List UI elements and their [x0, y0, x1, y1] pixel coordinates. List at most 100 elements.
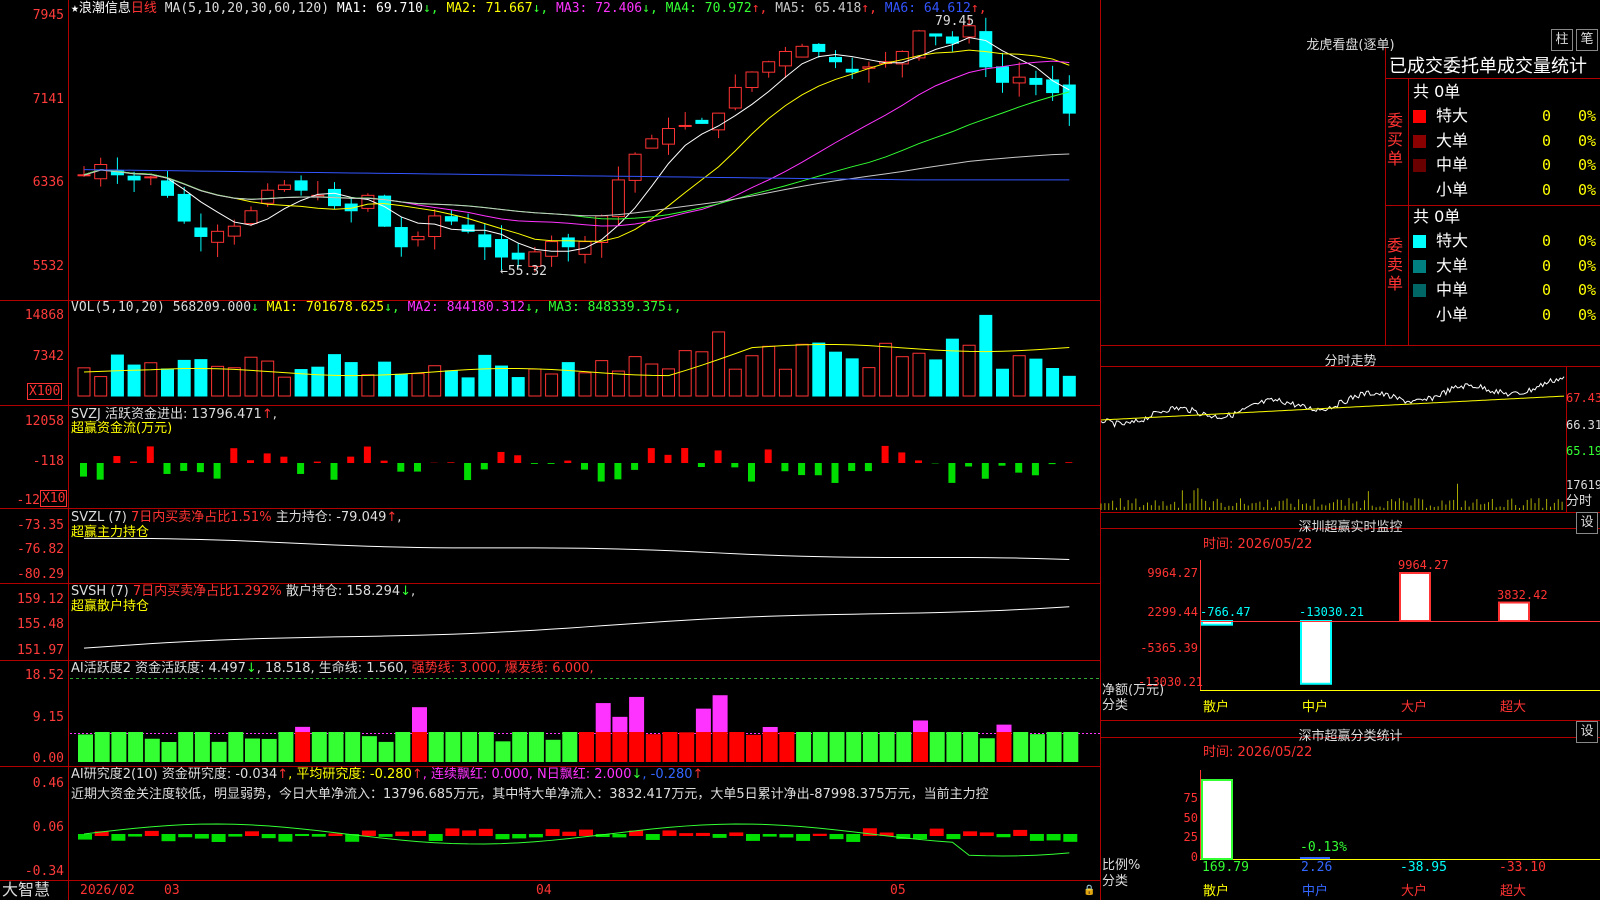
research-bar: [562, 831, 577, 836]
monitor-cat-label: 分类: [1102, 698, 1129, 713]
tick-view-button[interactable]: 笔: [1576, 29, 1598, 51]
svsh-axis-3: 151.97: [17, 643, 64, 658]
volume-bar: [628, 356, 642, 397]
candle-body: [728, 86, 742, 109]
activity-bar: [913, 732, 928, 762]
research-bar: [462, 830, 477, 836]
candle-body: [1029, 77, 1043, 85]
fund-flow-bar: [915, 460, 922, 463]
price-axis-2: 7141: [32, 92, 64, 107]
candle-body: [261, 189, 275, 204]
volume-bar: [879, 342, 893, 397]
research-bar: [211, 834, 226, 842]
volume-bar: [1012, 355, 1026, 397]
fund-flow-bar: [764, 449, 772, 463]
research-bar: [712, 834, 727, 838]
net-bar-label: 3832.42: [1497, 587, 1548, 602]
ma-value-4: MA4: 70.972: [657, 1, 752, 16]
svzj-header: SVZJ 活跃资金进出: 13796.471↑,: [71, 407, 277, 422]
ai1-header: AI活跃度2 资金活跃度: 4.497↓, 18.518, 生命线: 1.560…: [71, 661, 594, 676]
fund-flow-bar: [881, 445, 889, 463]
price-axis-3: 6336: [32, 175, 64, 190]
volume-bar: [511, 377, 525, 397]
candle-body: [361, 194, 375, 209]
candle-body: [177, 193, 191, 222]
svzj-subtitle: 超赢资金流(万元): [71, 421, 173, 436]
fund-flow-bar: [330, 463, 338, 480]
lhb-row-pct: 0%: [1578, 156, 1597, 174]
research-bar: [963, 831, 978, 836]
fund-flow-bar: [798, 463, 806, 476]
vol-ma-value-1: MA1: 701678.625: [258, 300, 385, 315]
fund-flow-bar: [948, 463, 956, 483]
activity-bar: [829, 732, 845, 762]
fund-flow-bar: [681, 448, 689, 463]
candle-body: [511, 252, 525, 260]
volume-bar: [144, 362, 158, 397]
monitor-settings-button[interactable]: 设: [1576, 512, 1598, 534]
research-bar: [812, 833, 827, 836]
stats-settings-button[interactable]: 设: [1576, 721, 1598, 743]
activity-bar: [946, 732, 962, 762]
activity-bar: [278, 732, 294, 762]
net-bar-超大: [1498, 601, 1530, 622]
ai2-axis-3: -0.34: [24, 864, 64, 879]
lhb-row-name: 特大: [1436, 231, 1469, 250]
research-bar: [128, 834, 143, 837]
vol-axis-1: 14868: [24, 308, 64, 323]
lhb-row-count: 0: [1542, 156, 1552, 174]
lhb-header: 已成交委托单成交量统计: [1389, 56, 1587, 77]
fund-flow-bar: [313, 461, 321, 463]
research-bar: [796, 834, 811, 841]
fund-flow-bar: [530, 463, 538, 464]
fund-flow-bar: [981, 463, 989, 479]
star-icon: ★: [71, 1, 79, 16]
research-bar: [545, 829, 560, 836]
activity-burst-bar: [612, 716, 628, 732]
research-bar: [996, 834, 1011, 838]
main-chart[interactable]: [0, 0, 1600, 900]
fund-flow-bar: [397, 463, 405, 472]
volume-bar: [461, 377, 475, 397]
research-bar: [829, 834, 844, 840]
column-view-button[interactable]: 柱: [1551, 29, 1573, 51]
volume-bar: [394, 373, 408, 397]
activity-bar: [528, 732, 544, 762]
stats-value: 169.79: [1202, 860, 1249, 875]
activity-bar: [562, 732, 578, 762]
candle-body: [762, 61, 776, 73]
research-bar: [428, 834, 443, 841]
fund-flow-bar: [664, 454, 672, 463]
sell-total: 共 0单: [1413, 207, 1461, 226]
stock-name[interactable]: 浪潮信息: [79, 1, 131, 16]
activity-bar: [729, 732, 745, 762]
fund-flow-bar: [1031, 463, 1039, 476]
ai2-comment: 近期大资金关注度较低，明显弱势，今日大单净流入：13796.685万元，其中特大…: [71, 787, 989, 802]
vol-header: VOL(5,10,20) 568209.000↓ MA1: 701678.625…: [71, 300, 682, 315]
monitor-net-label: 净额(万元): [1102, 683, 1165, 698]
svzl-header: SVZL (7) 7日内买卖净占比1.51% 主力持仓: -79.049↑,: [71, 510, 402, 525]
research-bar: [1029, 834, 1044, 841]
monitor-time: 时间: 2026/05/22: [1203, 537, 1313, 552]
intraday-title: 分时走势: [1324, 354, 1377, 369]
activity-bar: [128, 732, 144, 762]
candle-body: [845, 68, 859, 73]
activity-bar: [1063, 732, 1079, 762]
svzl-axis-3: -80.29: [17, 567, 64, 582]
fund-flow-bar: [1015, 463, 1023, 473]
activity-bar: [245, 738, 260, 762]
fund-flow-bar: [130, 461, 138, 463]
stats-axis-75: 75: [1183, 791, 1198, 805]
lhb-row-name: 特大: [1436, 106, 1469, 125]
legend-swatch: [1413, 110, 1426, 123]
volume-bar: [378, 361, 392, 397]
research-bar: [579, 829, 593, 836]
volume-bar: [595, 360, 609, 397]
activity-bar: [896, 732, 912, 762]
period-label[interactable]: 日线: [131, 1, 157, 16]
lhb-row-count: 0: [1542, 256, 1552, 275]
fund-flow-bar: [297, 463, 305, 474]
fund-flow-bar: [614, 463, 622, 480]
stats-time: 时间: 2026/05/22: [1203, 745, 1313, 760]
date-label-apr: 04: [536, 883, 552, 898]
